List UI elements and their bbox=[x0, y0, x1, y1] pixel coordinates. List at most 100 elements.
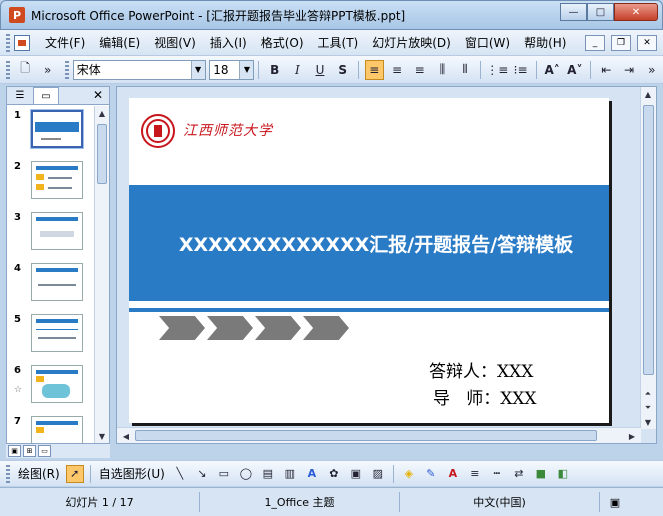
close-button[interactable]: ✕ bbox=[614, 3, 658, 21]
picture-icon[interactable]: ▨ bbox=[369, 465, 387, 483]
vertical-textbox-icon[interactable]: ▥ bbox=[281, 465, 299, 483]
font-color-icon[interactable]: A bbox=[444, 465, 462, 483]
toolbar-options-icon[interactable]: » bbox=[38, 60, 57, 80]
increase-indent-icon[interactable]: ⇥ bbox=[620, 60, 639, 80]
slide-thumbnail[interactable] bbox=[31, 212, 83, 250]
thumbnail-row[interactable]: 7 bbox=[7, 412, 95, 443]
thumbnail-row[interactable]: 5 bbox=[7, 310, 95, 356]
numbering-icon[interactable]: ⋮≡ bbox=[486, 60, 508, 80]
slide-thumbnail[interactable] bbox=[31, 314, 83, 352]
menu-edit[interactable]: 编辑(E) bbox=[92, 34, 147, 51]
doc-minimize-icon[interactable]: _ bbox=[585, 34, 605, 51]
line-icon[interactable]: ╲ bbox=[171, 465, 189, 483]
editor-horizontal-scrollbar[interactable]: ◀ ▶ bbox=[117, 427, 641, 443]
increase-font-icon[interactable]: A˄ bbox=[543, 60, 562, 80]
next-slide-icon[interactable]: ⏷ bbox=[641, 401, 655, 415]
grip-handle[interactable] bbox=[6, 33, 10, 52]
clipart-icon[interactable]: ▣ bbox=[347, 465, 365, 483]
slide-thumbnail[interactable] bbox=[31, 161, 83, 199]
scroll-right-icon[interactable]: ▶ bbox=[625, 429, 639, 443]
arrow-icon[interactable]: ↘ bbox=[193, 465, 211, 483]
shadow-button[interactable]: S bbox=[333, 60, 352, 80]
menu-insert[interactable]: 插入(I) bbox=[203, 34, 254, 51]
toolbar-options-icon-2[interactable]: » bbox=[642, 60, 661, 80]
bold-button[interactable]: B bbox=[265, 60, 284, 80]
rectangle-icon[interactable]: ▭ bbox=[215, 465, 233, 483]
draw-menu-button[interactable]: 绘图(R) bbox=[14, 465, 64, 482]
line-style-icon[interactable]: ≡ bbox=[466, 465, 484, 483]
thumbnail-scrollbar[interactable]: ▲ ▼ bbox=[94, 106, 109, 443]
slide-thumbnail[interactable] bbox=[31, 110, 83, 148]
line-color-icon[interactable]: ✎ bbox=[422, 465, 440, 483]
maximize-button[interactable]: □ bbox=[587, 3, 614, 21]
menu-file[interactable]: 文件(F) bbox=[38, 34, 92, 51]
decrease-font-icon[interactable]: A˅ bbox=[566, 60, 585, 80]
advisor-line[interactable]: 导 师：XXX bbox=[433, 384, 537, 409]
spelling-icon[interactable]: ▣ bbox=[600, 492, 630, 512]
chevron-down-icon[interactable]: ▼ bbox=[239, 60, 254, 79]
select-pointer-icon[interactable]: ➚ bbox=[65, 464, 84, 483]
scroll-down-icon[interactable]: ▼ bbox=[641, 415, 655, 429]
thumbnail-row[interactable]: 4 bbox=[7, 259, 95, 305]
close-pane-icon[interactable]: ✕ bbox=[93, 88, 103, 102]
scroll-down-icon[interactable]: ▼ bbox=[95, 429, 109, 443]
toolbar-grip[interactable] bbox=[6, 60, 10, 79]
toolbar-grip-2[interactable] bbox=[65, 60, 69, 79]
slide-thumbnail[interactable] bbox=[31, 416, 83, 443]
font-name-select[interactable]: 宋体 ▼ bbox=[72, 59, 206, 80]
chevron-down-icon[interactable]: ▼ bbox=[190, 60, 205, 79]
oval-icon[interactable]: ◯ bbox=[237, 465, 255, 483]
autoshapes-button[interactable]: 自选图形(U) bbox=[95, 465, 169, 482]
menu-slideshow[interactable]: 幻灯片放映(D) bbox=[365, 34, 458, 51]
scroll-left-icon[interactable]: ◀ bbox=[119, 429, 133, 443]
menu-window[interactable]: 窗口(W) bbox=[458, 34, 517, 51]
scroll-thumb[interactable] bbox=[97, 124, 107, 184]
thumbnail-row[interactable]: 6 ☆ bbox=[7, 361, 95, 407]
scroll-up-icon[interactable]: ▲ bbox=[641, 87, 655, 101]
slide-sorter-icon[interactable]: ⊞ bbox=[23, 445, 36, 457]
doc-restore-icon[interactable]: ❐ bbox=[611, 34, 631, 51]
thumbnail-row[interactable]: 3 bbox=[7, 208, 95, 254]
align-right-icon[interactable]: ≡ bbox=[410, 60, 429, 80]
align-left-icon[interactable]: ≡ bbox=[364, 59, 384, 80]
menu-view[interactable]: 视图(V) bbox=[147, 34, 203, 51]
scroll-up-icon[interactable]: ▲ bbox=[95, 106, 109, 120]
menu-help[interactable]: 帮助(H) bbox=[517, 34, 573, 51]
slide-title[interactable]: XXXXXXXXXXXXX汇报/开题报告/答辩模板 bbox=[129, 185, 609, 301]
slideshow-view-icon[interactable]: ▭ bbox=[38, 445, 51, 457]
prev-slide-icon[interactable]: ⏶ bbox=[641, 387, 655, 401]
bullets-icon[interactable]: ⁝≡ bbox=[511, 60, 530, 80]
document-icon[interactable] bbox=[14, 34, 30, 51]
arrow-style-icon[interactable]: ⇄ bbox=[510, 465, 528, 483]
menu-tools[interactable]: 工具(T) bbox=[311, 34, 366, 51]
columns-icon[interactable]: ⦀ bbox=[456, 60, 475, 80]
menu-format[interactable]: 格式(O) bbox=[254, 34, 311, 51]
italic-button[interactable]: I bbox=[288, 60, 307, 80]
editor-vertical-scrollbar[interactable]: ▲ ⏶ ⏷ ▼ bbox=[640, 87, 656, 429]
slide-thumbnail[interactable] bbox=[31, 263, 83, 301]
doc-close-icon[interactable]: ✕ bbox=[637, 34, 657, 51]
3d-style-icon[interactable]: ◧ bbox=[554, 465, 572, 483]
outline-tab[interactable]: ☰ bbox=[7, 87, 33, 104]
slide-thumbnail[interactable] bbox=[31, 365, 83, 403]
presenter-line[interactable]: 答辩人：XXX bbox=[429, 357, 533, 382]
diagram-icon[interactable]: ✿ bbox=[325, 465, 343, 483]
dash-style-icon[interactable]: ┅ bbox=[488, 465, 506, 483]
shadow-style-icon[interactable]: ■ bbox=[532, 465, 550, 483]
thumbnail-row[interactable]: 1 bbox=[7, 106, 95, 152]
slides-tab[interactable]: ▭ bbox=[33, 87, 59, 104]
slide-canvas[interactable]: 江西师范大学 XXXXXXXXXXXXX汇报/开题报告/答辩模板 答辩人：XXX… bbox=[129, 98, 609, 423]
toolbar-grip[interactable] bbox=[6, 464, 10, 483]
distribute-icon[interactable]: ⫼ bbox=[433, 60, 452, 80]
font-size-select[interactable]: 18 ▼ bbox=[209, 59, 255, 80]
scroll-thumb[interactable] bbox=[135, 430, 597, 441]
scroll-thumb[interactable] bbox=[643, 105, 654, 375]
underline-button[interactable]: U bbox=[311, 60, 330, 80]
thumbnail-row[interactable]: 2 bbox=[7, 157, 95, 203]
wordart-icon[interactable]: A bbox=[303, 465, 321, 483]
minimize-button[interactable]: — bbox=[560, 3, 587, 21]
normal-view-icon[interactable]: ▣ bbox=[8, 445, 21, 457]
new-document-icon[interactable]: 🗋 bbox=[16, 60, 35, 80]
align-center-icon[interactable]: ≡ bbox=[388, 60, 407, 80]
fill-color-icon[interactable]: ◈ bbox=[400, 465, 418, 483]
